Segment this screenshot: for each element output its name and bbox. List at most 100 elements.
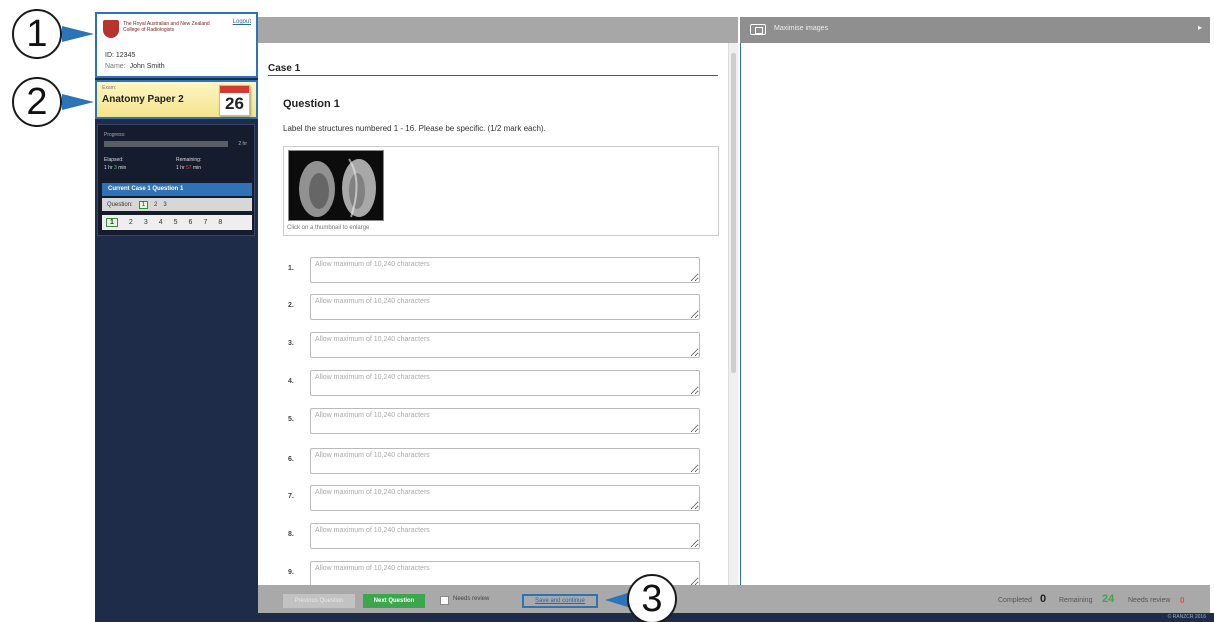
candidate-name: Name: John Smith [105,63,165,70]
elapsed-minutes: 3 [114,165,117,171]
expand-arrow-icon[interactable]: ▸ [1198,23,1202,32]
callout-2-arrow [62,94,94,110]
answer-field-5[interactable] [310,408,700,434]
question-number-2[interactable]: 2 [154,202,157,208]
answer-field-3[interactable] [310,332,700,358]
exam-app: 1 2 The Royal Australian and New Zealand… [0,0,1214,622]
case-number-1[interactable]: 1 [106,218,118,227]
college-crest-icon [103,20,119,38]
answer-row: 6. [283,448,703,474]
case-number-3[interactable]: 3 [144,219,148,226]
image-viewer [740,43,1210,585]
needs-review-count: 0 [1180,596,1185,605]
remaining-label: Remaining: [176,157,202,163]
answer-number: 6. [288,456,294,463]
callout-1: 1 [12,9,62,59]
exam-label: Exam: [102,85,117,91]
answer-number: 9. [288,569,294,576]
save-and-continue-link[interactable]: Save and continue [522,594,598,608]
question-selector: Question: 1 2 3 [102,198,252,211]
callout-3: 3 [627,574,677,622]
remaining-count: 24 [1102,593,1115,605]
question-pane-scrollbar[interactable] [728,43,738,585]
next-question-button[interactable]: Next Question [363,594,425,608]
case-navigator: 1 2 3 4 5 6 7 8 [102,215,252,230]
case-title: Case 1 [268,63,301,74]
case-number-4[interactable]: 4 [159,219,163,226]
answer-row: 1. [283,257,703,283]
case-number-6[interactable]: 6 [189,219,193,226]
candidate-id: ID: 12345 [105,52,136,59]
question-instruction: Label the structures numbered 1 - 16. Pl… [283,124,546,133]
elapsed-unit: min [118,165,127,171]
xray-thumbnail[interactable] [288,150,384,221]
remaining-minutes: 57 [186,165,192,171]
progress-bar [104,141,228,147]
image-gallery: Click on a thumbnail to enlarge [283,146,719,236]
image-pane-header: Maximise images ▸ [740,17,1210,43]
answer-row: 2. [283,294,703,320]
answer-number: 1. [288,265,294,272]
elapsed-label: Elapsed: [104,157,124,163]
remaining-unit: min [192,165,202,171]
answer-number: 4. [288,378,294,385]
progress-label: Progress: [104,132,126,138]
question-title: Question 1 [283,98,340,110]
answer-field-8[interactable] [310,523,700,549]
candidate-name-value: John Smith [129,63,165,70]
answer-field-2[interactable] [310,294,700,320]
remaining-value: 1 hr 57 min [176,165,201,171]
answer-row: 8. [283,523,703,549]
candidate-card: The Royal Australian and New Zealand Col… [95,12,258,78]
image-caption: Click on a thumbnail to enlarge [287,225,370,231]
candidate-name-label: Name: [105,63,126,70]
answer-field-1[interactable] [310,257,700,283]
completed-count: 0 [1040,593,1047,605]
case-number-8[interactable]: 8 [218,219,222,226]
maximise-icon[interactable] [750,24,766,35]
answer-number: 2. [288,302,294,309]
current-case-banner: Current Case 1 Question 1 [102,183,252,196]
calendar-icon: 26 [219,85,250,116]
case-divider [268,75,718,76]
completed-label: Completed [998,597,1032,604]
answer-row: 3. [283,332,703,358]
answer-number: 8. [288,531,294,538]
needs-review-count-label: Needs review [1128,597,1171,604]
question-number-3[interactable]: 3 [163,202,166,208]
progress-total: 2 hr [238,141,247,147]
maximise-images-button[interactable]: Maximise images [774,25,828,32]
answer-number: 3. [288,340,294,347]
exam-card: Exam: Anatomy Paper 2 26 [95,80,258,119]
needs-review-label: Needs review [453,596,490,602]
remaining-count-label: Remaining [1059,597,1093,604]
logout-link[interactable]: Logout [233,19,251,25]
elapsed-value: 1 hr 3 min [104,165,126,171]
elapsed-hours: 1 hr [104,165,113,171]
case-number-7[interactable]: 7 [203,219,207,226]
previous-question-button[interactable]: Previous Question [283,594,355,608]
calendar-day: 26 [225,94,244,113]
answer-number: 7. [288,493,294,500]
answer-field-7[interactable] [310,485,700,511]
answer-field-4[interactable] [310,370,700,396]
needs-review-checkbox[interactable] [440,596,449,605]
question-selector-label: Question: [107,201,133,208]
answer-field-6[interactable] [310,448,700,474]
bottom-toolbar: Previous Question Next Question Needs re… [258,585,1210,613]
scrollbar-thumb[interactable] [731,53,736,373]
answer-row: 7. [283,485,703,511]
copyright: © RANZCR 2016 [1167,614,1206,620]
callout-1-arrow [62,26,94,42]
answer-row: 5. [283,408,703,434]
question-pane: Case 1 Question 1 Label the structures n… [258,43,726,585]
case-number-2[interactable]: 2 [129,219,133,226]
callout-2: 2 [12,77,62,127]
remaining-hours: 1 hr [176,165,185,171]
exam-name: Anatomy Paper 2 [102,94,184,105]
answer-row: 4. [283,370,703,396]
answer-number: 5. [288,416,294,423]
question-number-1[interactable]: 1 [138,200,149,209]
question-pane-header [258,17,738,43]
case-number-5[interactable]: 5 [174,219,178,226]
